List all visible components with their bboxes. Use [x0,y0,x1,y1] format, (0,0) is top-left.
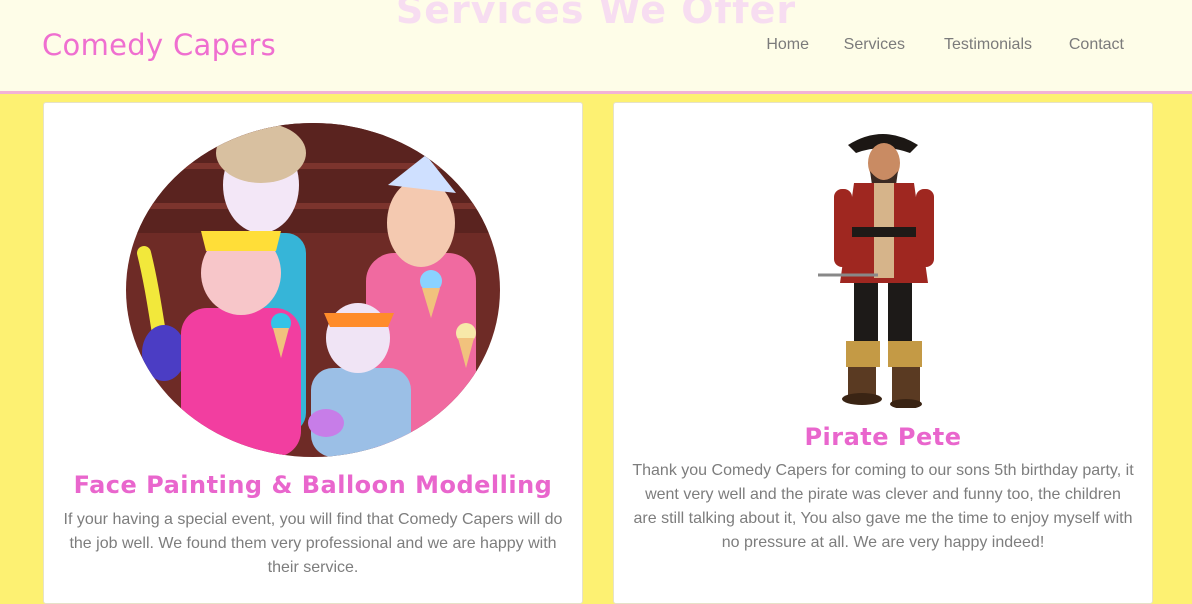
face-painting-photo [126,123,500,457]
card-text-face-painting: If your having a special event, you will… [63,511,563,576]
brand-logo[interactable]: Comedy Capers [42,28,276,62]
card-title-pirate-pete: Pirate Pete [804,423,962,451]
navbar: Comedy Capers Home Services Testimonials… [0,0,1192,94]
card-title-face-painting: Face Painting & Balloon Modelling [73,471,553,499]
nav-services[interactable]: Services [844,36,905,54]
service-card-pirate-pete: Pirate Pete Thank you Comedy Capers for … [613,102,1153,604]
nav-home[interactable]: Home [766,36,809,54]
pirate-pete-photo [818,123,948,409]
nav-testimonials[interactable]: Testimonials [944,36,1032,54]
card-text-pirate-pete: Thank you Comedy Capers for coming to ou… [632,462,1134,551]
service-card-face-painting: Face Painting & Balloon Modelling If you… [43,102,583,604]
nav-contact[interactable]: Contact [1069,36,1124,54]
